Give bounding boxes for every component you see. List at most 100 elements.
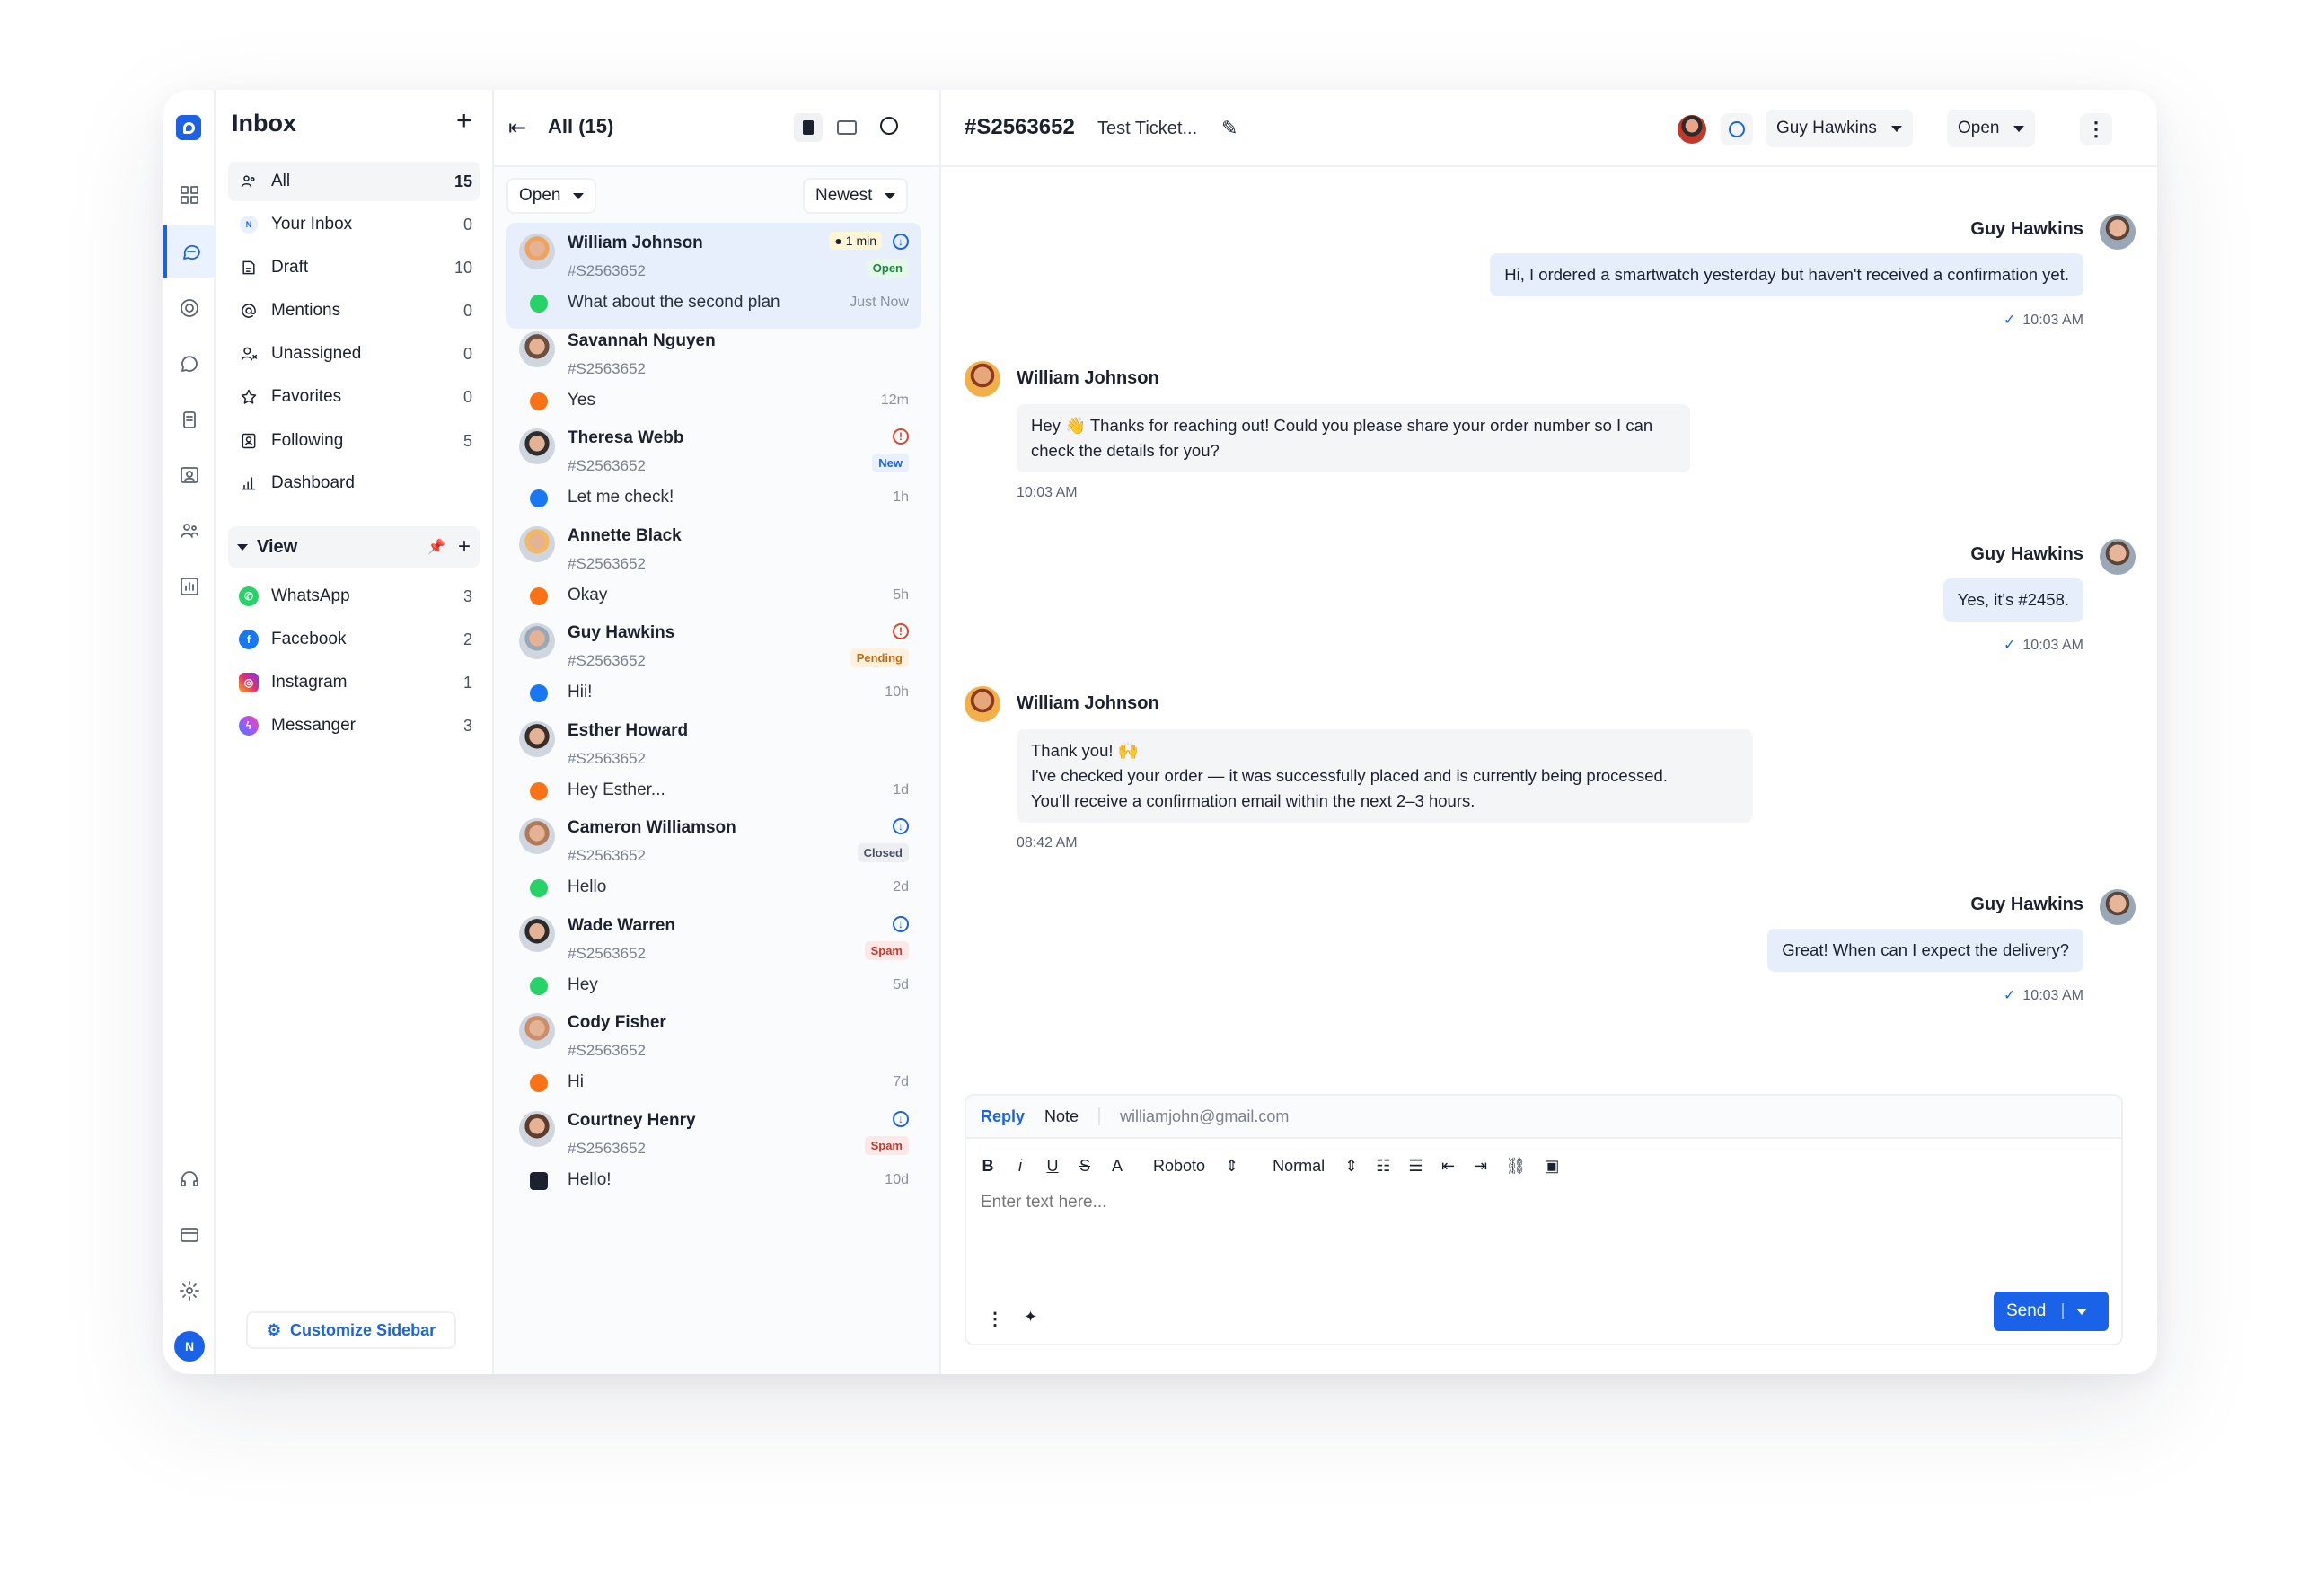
tab-note[interactable]: Note	[1044, 1107, 1079, 1126]
pin-icon[interactable]: 📌	[427, 538, 445, 556]
bold-button[interactable]: B	[981, 1157, 995, 1176]
conversation-row[interactable]: Savannah Nguyen #S2563652 Yes 12m	[506, 321, 921, 427]
user-avatar[interactable]: N	[174, 1331, 205, 1362]
message-input[interactable]	[981, 1193, 1969, 1256]
contact-avatar	[519, 428, 555, 464]
settings-icon[interactable]	[174, 1275, 205, 1306]
sidebar-item-messanger[interactable]: ϟ Messanger 3	[228, 706, 480, 745]
sidebar-item-all[interactable]: All 15	[228, 162, 480, 201]
whatsapp-icon[interactable]	[174, 348, 205, 379]
font-select[interactable]: Roboto ⇕	[1153, 1157, 1238, 1176]
layout-expanded-icon[interactable]	[837, 120, 857, 135]
contact-name: Cody Fisher	[568, 1013, 666, 1032]
info-icon[interactable]: ↓	[893, 1110, 909, 1127]
report-icon[interactable]	[174, 571, 205, 602]
sidebar-item-count: 0	[462, 387, 472, 406]
sidebar-item-label: Mentions	[271, 301, 341, 320]
last-message: What about the second plan	[568, 293, 780, 312]
clipboard-icon[interactable]	[174, 404, 205, 435]
alert-icon[interactable]: !	[893, 428, 909, 445]
bullet-list-icon[interactable]: ☰	[1408, 1157, 1423, 1176]
chevron-down-icon[interactable]	[2076, 1308, 2088, 1315]
ticket-id: #S2563652	[568, 652, 646, 669]
status-filter-dropdown[interactable]: Open	[506, 178, 597, 214]
more-options-icon[interactable]: ⋮	[2080, 113, 2112, 145]
chat-icon[interactable]	[163, 225, 216, 278]
assignee-dropdown[interactable]: Guy Hawkins	[1766, 110, 1913, 147]
ticket-id: #S2563652	[568, 262, 646, 279]
add-view-button[interactable]: +	[458, 534, 471, 560]
updown-icon: ⇕	[1225, 1157, 1239, 1175]
sidebar-item-following[interactable]: Following 5	[228, 421, 480, 461]
conversation-row[interactable]: Guy Hawkins #S2563652 Hii! 10h Pending!	[506, 613, 921, 719]
add-inbox-button[interactable]: +	[456, 108, 472, 135]
recipient-email[interactable]: williamjohn@gmail.com	[1120, 1107, 1289, 1126]
customize-sidebar-button[interactable]: ⚙ Customize Sidebar	[246, 1311, 456, 1349]
contact-name: Annette Black	[568, 525, 682, 545]
more-options-icon[interactable]: ⋮	[986, 1308, 1004, 1330]
italic-button[interactable]: i	[1013, 1157, 1027, 1176]
chevron-down-icon[interactable]	[237, 543, 248, 551]
conversation-row[interactable]: William Johnson #S2563652 What about the s…	[506, 223, 921, 329]
sidebar-item-mentions[interactable]: Mentions 0	[228, 291, 480, 331]
size-select[interactable]: Normal ⇕	[1273, 1157, 1358, 1176]
conversation-row[interactable]: Wade Warren #S2563652 Hey 5d Spam ↓	[506, 905, 921, 1011]
updown-icon: ⇕	[1344, 1157, 1359, 1175]
outdent-icon[interactable]: ⇤	[1441, 1157, 1456, 1176]
conversation-row[interactable]: Esther Howard #S2563652 Hey Esther... 1d	[506, 710, 921, 816]
collapse-list-icon[interactable]: ⇤	[508, 115, 526, 141]
sidebar-item-draft[interactable]: Draft 10	[228, 248, 480, 287]
sidebar-item-label: Following	[271, 431, 344, 450]
underline-button[interactable]: U	[1045, 1157, 1060, 1176]
conversation-row[interactable]: Cody Fisher #S2563652 Hi 7d	[506, 1002, 921, 1108]
app-logo[interactable]	[176, 115, 201, 140]
contact-avatar	[519, 1013, 555, 1049]
info-icon[interactable]: ↓	[893, 818, 909, 834]
ai-sparkle-icon[interactable]: ✦	[1024, 1308, 1037, 1327]
check-icon: ✓	[2003, 313, 2016, 328]
message-time: 12m	[880, 392, 909, 408]
ticket-status-dropdown[interactable]: Open	[1947, 110, 2036, 147]
sort-filter-dropdown[interactable]: Newest	[803, 178, 909, 214]
link-icon[interactable]: ⛓	[1506, 1157, 1527, 1176]
sidebar-item-unassigned[interactable]: Unassigned 0	[228, 334, 480, 374]
indent-icon[interactable]: ⇥	[1474, 1157, 1488, 1176]
unassigned-icon	[239, 344, 259, 364]
snooze-button[interactable]	[1721, 113, 1753, 145]
conversation-row[interactable]: Annette Black #S2563652 Okay 5h	[506, 516, 921, 622]
sidebar-item-favorites[interactable]: Favorites 0	[228, 377, 480, 417]
headset-icon[interactable]	[174, 1164, 205, 1195]
conversation-row[interactable]: Courtney Henry #S2563652 Hello! 10d Spam ↓	[506, 1100, 921, 1206]
sidebar-item-dashboard[interactable]: Dashboard	[228, 463, 480, 503]
info-icon[interactable]: ↓	[893, 915, 909, 932]
conversation-row[interactable]: Theresa Webb #S2563652 Let me check! 1h New!	[506, 418, 921, 524]
strikethrough-button[interactable]: S	[1078, 1157, 1092, 1176]
edit-icon[interactable]: ✎	[1221, 117, 1238, 140]
conversation-row[interactable]: Cameron Williamson #S2563652 Hello 2d Closed…	[506, 807, 921, 913]
team-icon[interactable]	[174, 516, 205, 546]
search-icon[interactable]	[880, 117, 898, 135]
ticket-name: Test Ticket...	[1097, 119, 1198, 138]
image-icon[interactable]: ▣	[1544, 1157, 1559, 1176]
sidebar-item-facebook[interactable]: f Facebook 2	[228, 620, 480, 659]
text-color-button[interactable]: A	[1110, 1157, 1124, 1176]
sidebar-item-your-inbox[interactable]: N Your Inbox 0	[228, 205, 480, 244]
info-icon[interactable]: ↓	[893, 234, 909, 250]
target-icon[interactable]	[174, 293, 205, 323]
draft-icon	[239, 258, 259, 278]
view-section-header[interactable]: View 📌 +	[228, 526, 480, 568]
sidebar-item-instagram[interactable]: ◎ Instagram 1	[228, 663, 480, 702]
alert-icon[interactable]: !	[893, 623, 909, 639]
contact-card-icon[interactable]	[174, 460, 205, 490]
tab-reply[interactable]: Reply	[981, 1107, 1025, 1126]
sidebar-item-label: Unassigned	[271, 344, 362, 363]
layout-compact-icon[interactable]	[794, 113, 823, 142]
ordered-list-icon[interactable]: ☷	[1376, 1157, 1390, 1176]
grid-icon[interactable]	[174, 180, 205, 210]
sidebar-item-whatsapp[interactable]: ✆ WhatsApp 3	[228, 577, 480, 616]
billing-icon[interactable]	[174, 1220, 205, 1250]
message-time: 2d	[893, 879, 909, 895]
assignee-avatar[interactable]	[1678, 115, 1706, 144]
last-message: Okay	[568, 585, 608, 604]
send-button[interactable]: Send	[1994, 1292, 2109, 1331]
